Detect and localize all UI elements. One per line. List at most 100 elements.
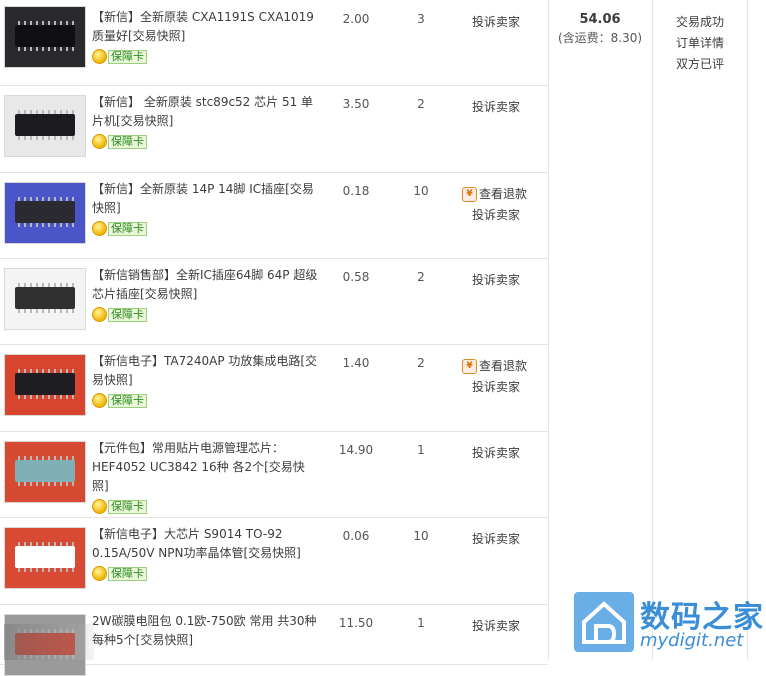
product-thumbnail[interactable] <box>4 6 86 68</box>
item-actions: ¥ 查看退款投诉卖家 <box>462 184 546 226</box>
order-item-row: 【元件包】常用贴片电源管理芯片：HEF4052 UC3842 16种 各2个[交… <box>0 431 548 518</box>
guarantee-card-label: 保障卡 <box>108 134 147 149</box>
product-title-link[interactable]: 【新信电子】大芯片 S9014 TO-92 0.15A/50V NPN功率晶体管… <box>92 527 301 560</box>
guarantee-card-badge[interactable]: 保障卡 <box>92 307 147 322</box>
quantity: 3 <box>417 12 425 26</box>
complain-seller-link[interactable]: 投诉卖家 <box>462 97 546 118</box>
product-title-link[interactable]: 【元件包】常用贴片电源管理芯片：HEF4052 UC3842 16种 各2个[交… <box>92 441 305 493</box>
product-title: 【新信】全新原装 14P 14脚 IC插座[交易快照] 保障卡 <box>92 180 318 242</box>
guarantee-card-badge[interactable]: 保障卡 <box>92 49 147 64</box>
coin-icon <box>92 307 107 322</box>
guarantee-card-label: 保障卡 <box>108 49 147 64</box>
guarantee-card-badge[interactable]: 保障卡 <box>92 134 147 149</box>
product-thumbnail[interactable] <box>4 354 86 416</box>
item-actions: 投诉卖家 <box>462 529 546 550</box>
complain-seller-label: 投诉卖家 <box>472 380 521 394</box>
yen-icon: ¥ <box>462 187 477 202</box>
column-divider-total <box>652 0 653 660</box>
complain-seller-label: 投诉卖家 <box>472 100 521 114</box>
corner-watermark <box>4 624 94 660</box>
item-actions: ¥ 查看退款投诉卖家 <box>462 356 546 398</box>
order-detail-link[interactable]: 订单详情 <box>653 33 747 54</box>
guarantee-card-label: 保障卡 <box>108 307 147 322</box>
complain-seller-link[interactable]: 投诉卖家 <box>462 270 546 291</box>
complain-seller-link[interactable]: 投诉卖家 <box>462 12 546 33</box>
complain-seller-link[interactable]: 投诉卖家 <box>462 377 546 398</box>
product-title: 【新信电子】TA7240AP 功放集成电路[交易快照] 保障卡 <box>92 352 318 414</box>
order-status-cell: 交易成功 订单详情 双方已评 <box>653 12 747 75</box>
item-actions: 投诉卖家 <box>462 12 546 33</box>
complain-seller-link[interactable]: 投诉卖家 <box>462 205 546 226</box>
complain-seller-link[interactable]: 投诉卖家 <box>462 443 546 464</box>
complain-seller-link[interactable]: 投诉卖家 <box>462 616 546 637</box>
unit-price: 0.06 <box>342 529 370 543</box>
unit-price: 14.90 <box>338 443 374 457</box>
unit-price: 0.58 <box>342 270 370 284</box>
product-title-link[interactable]: 2W碳膜电阻包 0.1欧-750欧 常用 共30种每种5个[交易快照] <box>92 614 317 647</box>
product-title: 【新信】 全新原装 stc89c52 芯片 51 单片机[交易快照] 保障卡 <box>92 93 318 155</box>
unit-price: 1.40 <box>342 356 370 370</box>
unit-price: 2.00 <box>342 12 370 26</box>
product-title-link[interactable]: 【新信】全新原装 CXA1191S CXA1019 质量好[交易快照] <box>92 10 314 43</box>
item-actions: 投诉卖家 <box>462 97 546 118</box>
watermark-url: mydigit.net <box>640 630 744 651</box>
order-shipping-fee: (含运费：8.30) <box>557 31 643 45</box>
guarantee-card-badge[interactable]: 保障卡 <box>92 221 147 236</box>
complain-seller-label: 投诉卖家 <box>472 208 521 222</box>
guarantee-card-label: 保障卡 <box>108 499 147 514</box>
quantity: 10 <box>413 529 429 543</box>
coin-icon <box>92 49 107 64</box>
product-title: 【元件包】常用贴片电源管理芯片：HEF4052 UC3842 16种 各2个[交… <box>92 439 318 520</box>
quantity: 1 <box>417 443 425 457</box>
yen-icon: ¥ <box>462 359 477 374</box>
complain-seller-label: 投诉卖家 <box>472 446 521 460</box>
order-item-row: 【新信电子】大芯片 S9014 TO-92 0.15A/50V NPN功率晶体管… <box>0 517 548 605</box>
product-title-link[interactable]: 【新信电子】TA7240AP 功放集成电路[交易快照] <box>92 354 317 387</box>
column-divider-status <box>747 0 748 660</box>
product-thumbnail[interactable] <box>4 441 86 503</box>
guarantee-card-badge[interactable]: 保障卡 <box>92 566 147 581</box>
order-total-cell: 54.06 (含运费：8.30) <box>548 12 652 46</box>
product-title: 【新信电子】大芯片 S9014 TO-92 0.15A/50V NPN功率晶体管… <box>92 525 318 587</box>
product-title-link[interactable]: 【新信销售部】全新IC插座64脚 64P 超级芯片插座[交易快照] <box>92 268 317 301</box>
order-item-row: 【新信】全新原装 CXA1191S CXA1019 质量好[交易快照] 保障卡 2.… <box>0 0 548 86</box>
item-actions: 投诉卖家 <box>462 616 546 637</box>
view-refund-label: 查看退款 <box>479 187 528 201</box>
complain-seller-link[interactable]: 投诉卖家 <box>462 529 546 550</box>
guarantee-card-badge[interactable]: 保障卡 <box>92 499 147 514</box>
unit-price: 11.50 <box>338 616 374 630</box>
product-title-link[interactable]: 【新信】 全新原装 stc89c52 芯片 51 单片机[交易快照] <box>92 95 313 128</box>
item-actions: 投诉卖家 <box>462 270 546 291</box>
house-logo-icon <box>574 592 634 652</box>
quantity: 1 <box>417 616 425 630</box>
product-thumbnail[interactable] <box>4 182 86 244</box>
guarantee-card-label: 保障卡 <box>108 566 147 581</box>
quantity: 10 <box>413 184 429 198</box>
product-title: 【新信销售部】全新IC插座64脚 64P 超级芯片插座[交易快照] 保障卡 <box>92 266 318 328</box>
unit-price: 3.50 <box>342 97 370 111</box>
product-thumbnail[interactable] <box>4 268 86 330</box>
coin-icon <box>92 566 107 581</box>
review-status-link[interactable]: 双方已评 <box>653 54 747 75</box>
order-item-row: 【新信】 全新原装 stc89c52 芯片 51 单片机[交易快照] 保障卡 3.5… <box>0 85 548 173</box>
item-actions: 投诉卖家 <box>462 443 546 464</box>
product-title-link[interactable]: 【新信】全新原装 14P 14脚 IC插座[交易快照] <box>92 182 314 215</box>
view-refund-link[interactable]: ¥ 查看退款 <box>462 356 546 377</box>
complain-seller-label: 投诉卖家 <box>472 273 521 287</box>
complain-seller-label: 投诉卖家 <box>472 532 521 546</box>
coin-icon <box>92 499 107 514</box>
product-thumbnail[interactable] <box>4 95 86 157</box>
quantity: 2 <box>417 270 425 284</box>
quantity: 2 <box>417 356 425 370</box>
view-refund-link[interactable]: ¥ 查看退款 <box>462 184 546 205</box>
guarantee-card-badge[interactable]: 保障卡 <box>92 393 147 408</box>
site-watermark: 数码之家 mydigit.net <box>574 592 766 660</box>
quantity: 2 <box>417 97 425 111</box>
coin-icon <box>92 221 107 236</box>
unit-price: 0.18 <box>342 184 370 198</box>
column-divider-actions <box>548 0 549 660</box>
product-title: 【新信】全新原装 CXA1191S CXA1019 质量好[交易快照] 保障卡 <box>92 8 318 70</box>
status-text: 交易成功 <box>675 15 724 29</box>
product-thumbnail[interactable] <box>4 527 86 589</box>
order-total-amount: 54.06 <box>579 12 621 27</box>
